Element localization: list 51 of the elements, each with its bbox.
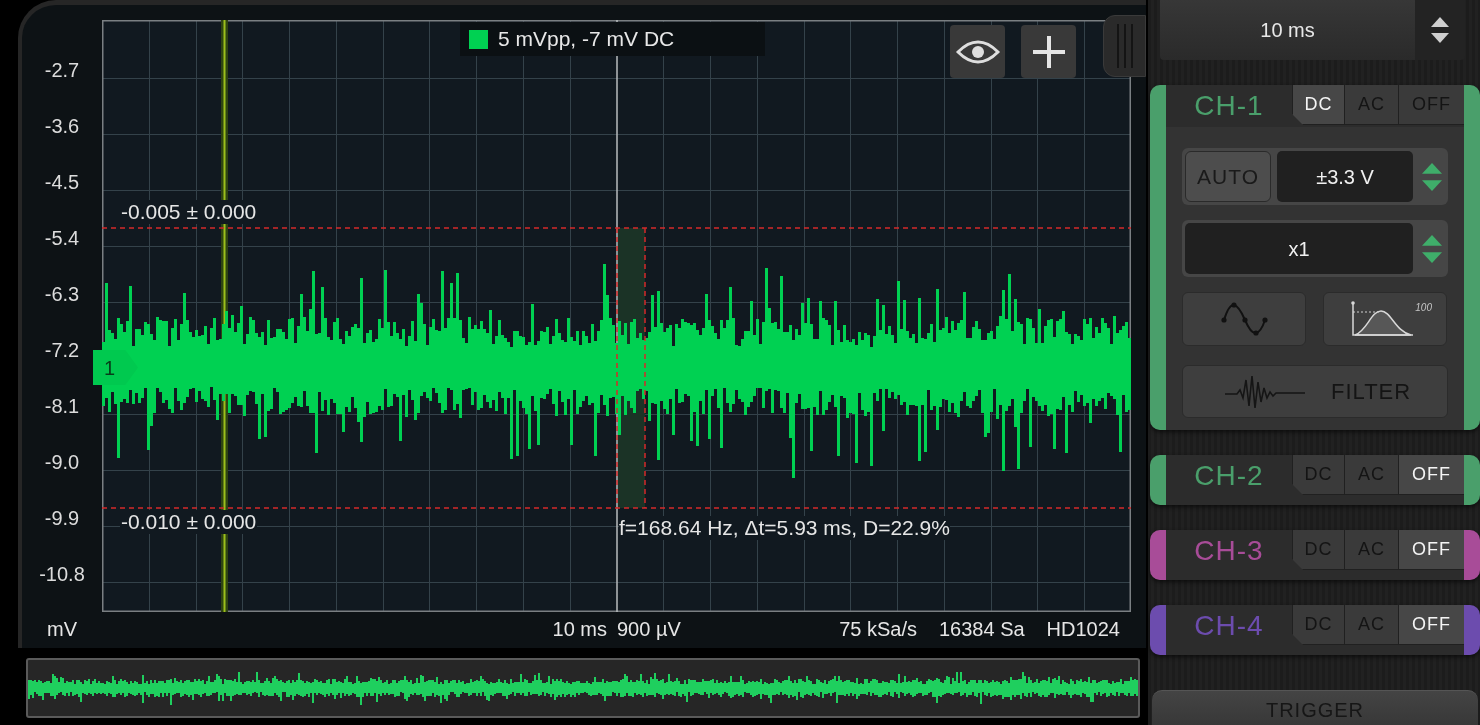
time-per-division: 10 ms — [552, 616, 607, 641]
coupling-button[interactable]: OFF — [1398, 455, 1464, 495]
vertical-cursor-line[interactable] — [644, 227, 646, 509]
overview-strip[interactable] — [26, 658, 1140, 718]
y-axis-label: -9.9 — [44, 506, 80, 530]
channel-label[interactable]: CH-2 — [1194, 460, 1264, 492]
add-button[interactable] — [1021, 25, 1076, 78]
bell-curve-icon — [1351, 301, 1413, 337]
y-axis-label: -10.8 — [39, 562, 85, 586]
cursor-value-label: -0.010 ± 0.000 — [120, 510, 258, 534]
drawer-handle[interactable] — [1103, 15, 1146, 77]
eye-icon — [955, 38, 1000, 65]
plus-icon — [1032, 35, 1065, 68]
coupling-button[interactable]: OFF — [1398, 605, 1464, 645]
coupling-button[interactable]: DC — [1292, 85, 1344, 125]
y-axis-label: -8.1 — [44, 394, 80, 418]
distribution-button[interactable]: 100 — [1323, 292, 1447, 346]
channel-color-edge — [1464, 530, 1480, 580]
channel-label[interactable]: CH-1 — [1194, 90, 1264, 122]
updown-arrows-icon — [1422, 162, 1442, 191]
timebase-value[interactable]: 10 ms — [1160, 0, 1415, 60]
channel-label[interactable]: CH-3 — [1194, 535, 1264, 567]
channel-color-edge — [1464, 605, 1480, 655]
volts-per-division: 900 µV — [617, 616, 681, 641]
cursor-value-label: -0.005 ± 0.000 — [120, 200, 258, 224]
sample-count: 16384 Sa — [938, 616, 1025, 641]
updown-arrows-icon — [1422, 234, 1442, 263]
waveform-style-button[interactable] — [1182, 292, 1306, 346]
y-axis-label: -4.5 — [44, 170, 80, 194]
y-axis-label: -2.7 — [44, 58, 80, 82]
channel-label[interactable]: CH-4 — [1194, 610, 1264, 642]
y-axis-label: -7.2 — [44, 338, 80, 362]
updown-arrows-icon — [1431, 17, 1449, 43]
timebase-stepper[interactable] — [1415, 0, 1465, 60]
legend-text: 5 mVpp, -7 mV DC — [498, 27, 675, 51]
range-value[interactable]: ±3.3 V — [1277, 151, 1413, 202]
visibility-button[interactable] — [950, 25, 1005, 78]
coupling-button[interactable]: OFF — [1398, 530, 1464, 570]
y-axis-label: -9.0 — [44, 450, 80, 474]
y-axis-label: -6.3 — [44, 282, 80, 306]
probe-value[interactable]: x1 — [1185, 223, 1413, 274]
trace-swatch-icon — [469, 29, 488, 49]
channel-color-edge — [1464, 455, 1480, 505]
y-axis-label: -5.4 — [44, 226, 80, 250]
burst-wave-icon — [1225, 373, 1305, 410]
sine-points-icon — [1220, 302, 1268, 336]
resolution-mode: HD1024 — [1046, 616, 1120, 641]
sample-rate: 75 kSa/s — [839, 616, 917, 641]
y-axis-label: -3.6 — [44, 114, 80, 138]
measurement-readout: f=168.64 Hz, Δt=5.93 ms, D=22.9% — [619, 516, 950, 540]
y-unit-label: mV — [47, 616, 77, 641]
